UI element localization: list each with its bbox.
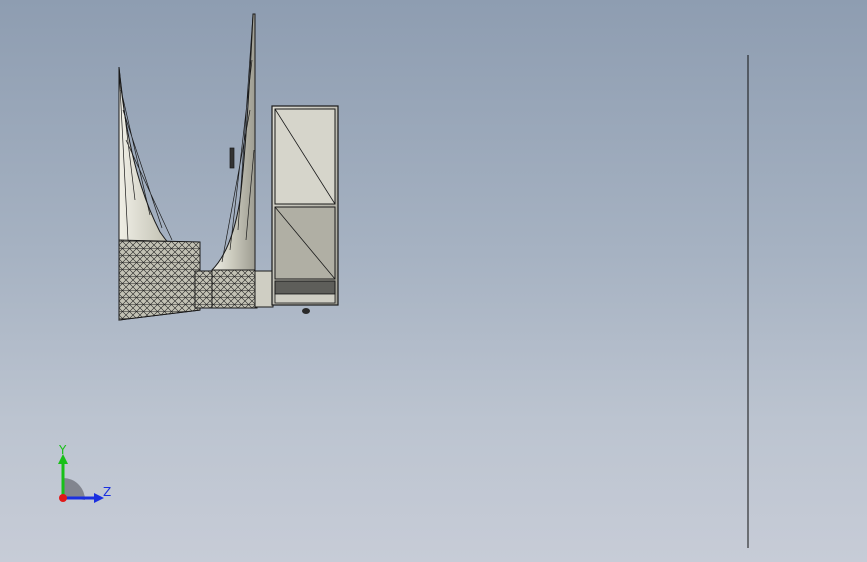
model-view[interactable] [0, 0, 867, 562]
x-axis-origin-icon [59, 494, 67, 502]
mount-bracket [229, 147, 235, 169]
graphics-viewport[interactable]: Y Z [0, 0, 867, 562]
z-axis-label: Z [103, 485, 111, 499]
right-horn-wall [211, 13, 256, 309]
orientation-triad[interactable]: Y Z [50, 440, 120, 510]
cabinet-box [271, 105, 339, 314]
y-axis-label: Y [58, 443, 67, 457]
left-horn-shell [118, 66, 201, 321]
